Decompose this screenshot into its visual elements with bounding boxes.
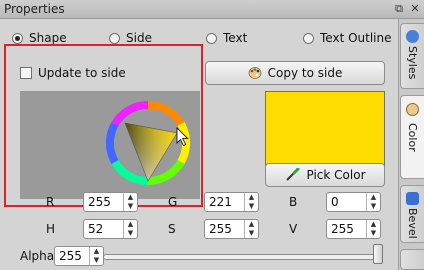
spin-down-icon: ▼ xyxy=(370,202,377,210)
s-label: S xyxy=(168,222,176,236)
b-label: B xyxy=(289,195,298,209)
spin-arrows[interactable]: ▲ ▼ xyxy=(123,220,137,238)
float-icon[interactable]: ⧉ xyxy=(392,2,406,16)
spin-down-icon: ▼ xyxy=(248,229,255,237)
radio-dot[interactable] xyxy=(303,32,314,44)
spin-down-icon: ▼ xyxy=(93,256,100,264)
tab-bevel-label: Bevel xyxy=(406,208,419,239)
b-spinbox[interactable]: 0 ▲ ▼ xyxy=(326,192,381,212)
s-value[interactable]: 255 xyxy=(205,222,244,236)
styles-icon xyxy=(406,30,419,43)
radio-dot-selected[interactable] xyxy=(12,32,23,44)
radio-shape-label: Shape xyxy=(29,31,67,45)
alpha-value[interactable]: 255 xyxy=(55,249,89,263)
pick-color-button[interactable]: Pick Color xyxy=(265,163,385,187)
tab-color-label: Color xyxy=(406,123,419,152)
r-label: R xyxy=(46,195,55,209)
spin-arrows[interactable]: ▲ ▼ xyxy=(366,220,380,238)
side-tab-bar: Styles Color Bevel xyxy=(398,19,424,270)
v-value[interactable]: 255 xyxy=(327,222,366,236)
bevel-icon xyxy=(406,192,419,205)
spin-up-icon: ▲ xyxy=(127,193,134,201)
v-spinbox[interactable]: 255 ▲ ▼ xyxy=(326,219,381,239)
r-value[interactable]: 255 xyxy=(84,195,123,209)
b-value[interactable]: 0 xyxy=(327,195,366,209)
spin-down-icon: ▼ xyxy=(127,202,134,210)
radio-text-outline-label: Text Outline xyxy=(320,31,392,45)
tab-more[interactable] xyxy=(400,249,424,270)
g-value[interactable]: 221 xyxy=(205,195,244,209)
spin-arrows[interactable]: ▲ ▼ xyxy=(366,193,380,211)
pick-color-label: Pick Color xyxy=(306,168,366,182)
tab-styles[interactable]: Styles xyxy=(400,23,424,89)
spin-down-icon: ▼ xyxy=(370,229,377,237)
alpha-label: Alpha xyxy=(20,249,55,263)
spin-up-icon: ▲ xyxy=(370,220,377,228)
copy-to-side-label: Copy to side xyxy=(267,66,343,80)
radio-text[interactable]: Text xyxy=(206,30,247,46)
spin-arrows[interactable]: ▲ ▼ xyxy=(89,247,103,265)
h-label: H xyxy=(46,222,56,236)
radio-dot[interactable] xyxy=(206,32,217,44)
v-label: V xyxy=(289,222,298,236)
radio-side-label: Side xyxy=(126,31,152,45)
window-title: Properties xyxy=(4,2,65,16)
eyedropper-icon xyxy=(285,168,299,181)
copy-to-side-button[interactable]: Copy to side xyxy=(205,61,385,85)
highlight-box xyxy=(4,44,203,207)
palette-icon xyxy=(248,67,262,79)
color-panel: Shape Side Text Text Outline Update to s… xyxy=(0,19,398,270)
r-spinbox[interactable]: 255 ▲ ▼ xyxy=(83,192,138,212)
h-value[interactable]: 52 xyxy=(84,222,123,236)
palette-icon xyxy=(406,103,419,116)
spin-up-icon: ▲ xyxy=(93,247,100,255)
spin-up-icon: ▲ xyxy=(127,220,134,228)
alpha-slider-handle[interactable] xyxy=(373,244,383,264)
g-spinbox[interactable]: 221 ▲ ▼ xyxy=(204,192,259,212)
g-label: G xyxy=(168,195,178,209)
spin-arrows[interactable]: ▲ ▼ xyxy=(244,193,258,211)
s-spinbox[interactable]: 255 ▲ ▼ xyxy=(204,219,259,239)
tab-bevel[interactable]: Bevel xyxy=(400,185,424,243)
spin-up-icon: ▲ xyxy=(370,193,377,201)
spin-down-icon: ▼ xyxy=(127,229,134,237)
spin-down-icon: ▼ xyxy=(248,202,255,210)
radio-dot[interactable] xyxy=(109,32,120,44)
radio-text-label: Text xyxy=(223,31,248,45)
alpha-slider-track[interactable] xyxy=(103,254,383,260)
spin-up-icon: ▲ xyxy=(248,220,255,228)
tab-styles-label: Styles xyxy=(406,46,419,80)
radio-text-outline[interactable]: Text Outline xyxy=(303,30,392,46)
title-bar: Properties ⧉ ✕ xyxy=(0,0,424,19)
alpha-spinbox[interactable]: 255 ▲ ▼ xyxy=(54,246,104,266)
spin-up-icon: ▲ xyxy=(248,193,255,201)
h-spinbox[interactable]: 52 ▲ ▼ xyxy=(83,219,138,239)
close-icon[interactable]: ✕ xyxy=(408,2,422,16)
tab-color[interactable]: Color xyxy=(400,95,424,179)
spin-arrows[interactable]: ▲ ▼ xyxy=(244,220,258,238)
spin-arrows[interactable]: ▲ ▼ xyxy=(123,193,137,211)
